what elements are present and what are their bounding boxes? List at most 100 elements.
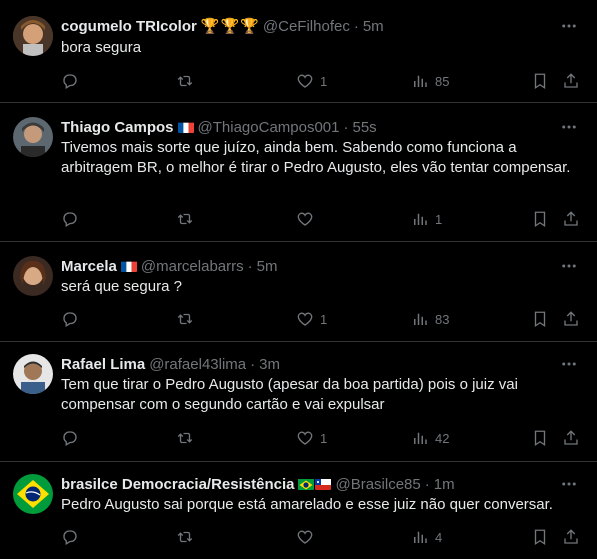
views-icon (414, 213, 427, 225)
bookmark-button[interactable] (531, 527, 549, 547)
views-button[interactable]: 83 (411, 309, 449, 329)
separator-dot: · (343, 118, 349, 136)
share-icon (564, 529, 578, 544)
tweet[interactable]: Thiago Campos @ThiagoCampos001 · 55s Tiv… (0, 103, 597, 242)
reply-icon (63, 431, 77, 446)
views-icon (414, 313, 427, 325)
avatar[interactable] (13, 354, 53, 394)
reply-button[interactable] (61, 428, 85, 448)
heart-icon (297, 74, 313, 88)
avatar[interactable] (13, 256, 53, 296)
views-button[interactable]: 85 (411, 71, 449, 91)
share-button[interactable] (562, 527, 580, 547)
bookmark-icon (534, 529, 546, 546)
reply-button[interactable] (61, 309, 85, 329)
retweet-icon (177, 531, 193, 543)
reply-button[interactable] (61, 527, 85, 547)
france-flag-icon (120, 260, 137, 272)
bookmark-button[interactable] (531, 309, 549, 329)
views-button[interactable]: 4 (411, 527, 442, 547)
like-button[interactable]: 1 (296, 71, 327, 91)
views-button[interactable]: 1 (411, 209, 442, 229)
reply-icon (63, 530, 77, 545)
bookmark-icon (534, 211, 546, 228)
reply-icon (63, 212, 77, 227)
retweet-button[interactable] (176, 71, 200, 91)
brazil-flag-icon (298, 478, 315, 490)
more-icon[interactable] (559, 474, 579, 494)
more-icon[interactable] (559, 117, 579, 137)
tweet-text: Pedro Augusto sai porque está amarelado … (61, 496, 553, 513)
separator-dot: · (424, 475, 430, 493)
share-button[interactable] (562, 209, 580, 229)
handle[interactable]: @rafael43lima (149, 356, 246, 373)
retweet-icon (177, 75, 193, 87)
more-icon[interactable] (559, 256, 579, 276)
share-button[interactable] (562, 309, 580, 329)
display-name[interactable]: cogumelo TRIcolor (61, 18, 197, 35)
action-bar: 1 85 (0, 71, 597, 91)
avatar[interactable] (13, 117, 53, 157)
action-bar: 4 (0, 527, 597, 547)
tweet[interactable]: cogumelo TRIcolor 🏆 🏆 🏆 @CeFilhofec · 5m b… (0, 0, 597, 103)
retweet-button[interactable] (176, 209, 200, 229)
timestamp[interactable]: 55s (353, 119, 377, 136)
timestamp[interactable]: 3m (259, 356, 280, 373)
display-name[interactable]: Marcela (61, 258, 117, 275)
views-button[interactable]: 42 (411, 428, 449, 448)
badges (177, 121, 194, 133)
bookmark-icon (534, 430, 546, 447)
retweet-icon (177, 213, 193, 225)
retweet-button[interactable] (176, 309, 200, 329)
handle[interactable]: @ThiagoCampos001 (198, 119, 340, 136)
timestamp[interactable]: 5m (257, 258, 278, 275)
like-button[interactable]: 1 (296, 309, 327, 329)
views-icon (414, 531, 427, 543)
bookmark-button[interactable] (531, 209, 549, 229)
views-icon (414, 75, 427, 87)
bookmark-button[interactable] (531, 428, 549, 448)
retweet-button[interactable] (176, 428, 200, 448)
like-count: 1 (320, 430, 328, 446)
reply-button[interactable] (61, 71, 85, 91)
views-count: 85 (435, 73, 450, 89)
tweet-text: será que segura ? (61, 278, 182, 295)
tweet-text: Tivemos mais sorte que juízo, ainda bem.… (61, 139, 571, 176)
bookmark-button[interactable] (531, 71, 549, 91)
retweet-button[interactable] (176, 527, 200, 547)
bookmark-icon (534, 311, 546, 328)
tweet-header: Thiago Campos @ThiagoCampos001 · 55s (61, 117, 557, 137)
share-button[interactable] (562, 428, 580, 448)
share-button[interactable] (562, 71, 580, 91)
avatar[interactable] (13, 16, 53, 56)
retweet-icon (177, 432, 193, 444)
display-name[interactable]: Rafael Lima (61, 356, 145, 373)
share-icon (564, 73, 578, 88)
like-count: 1 (320, 73, 328, 89)
handle[interactable]: @Brasilce85 (335, 476, 420, 493)
share-icon (564, 430, 578, 445)
separator-dot: · (247, 257, 253, 275)
display-name[interactable]: brasilce Democracia/Resistência (61, 476, 294, 493)
display-name[interactable]: Thiago Campos (61, 119, 174, 136)
timestamp[interactable]: 5m (363, 18, 384, 35)
share-icon (564, 211, 578, 226)
heart-icon (297, 530, 313, 544)
tweet-text: bora segura (61, 39, 142, 56)
timestamp[interactable]: 1m (434, 476, 455, 493)
tweet[interactable]: Marcela @marcelabarrs · 5m será que segu… (0, 242, 597, 342)
like-button[interactable] (296, 209, 320, 229)
like-button[interactable]: 1 (296, 428, 327, 448)
handle[interactable]: @marcelabarrs (141, 258, 244, 275)
more-icon[interactable] (559, 16, 579, 36)
tweet[interactable]: brasilce Democracia/Resistência @Brasilc… (0, 462, 597, 559)
views-count: 4 (435, 529, 443, 545)
tweet-header: brasilce Democracia/Resistência @Brasilc… (61, 474, 557, 494)
more-icon[interactable] (559, 354, 579, 374)
tweet[interactable]: Rafael Lima @rafael43lima · 3m Tem que t… (0, 342, 597, 462)
like-count: 1 (320, 311, 328, 327)
like-button[interactable] (296, 527, 320, 547)
avatar[interactable] (13, 474, 53, 514)
reply-button[interactable] (61, 209, 85, 229)
handle[interactable]: @CeFilhofec (263, 18, 350, 35)
